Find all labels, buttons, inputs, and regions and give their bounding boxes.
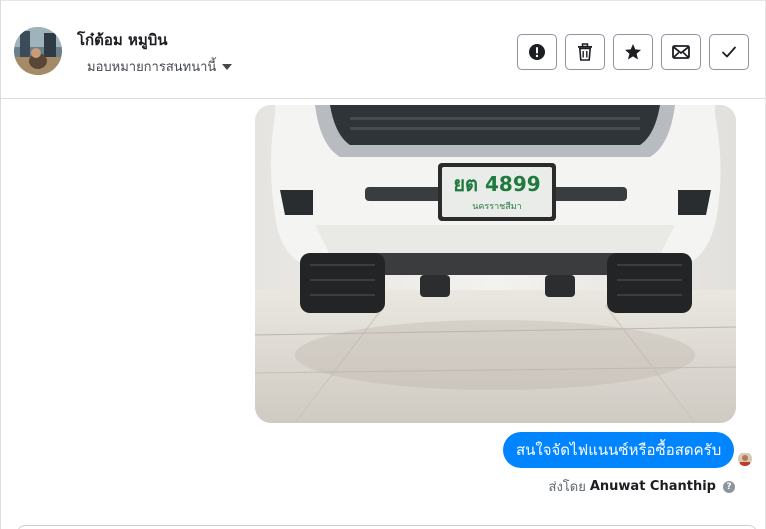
message-bubble[interactable]: สนใจจัดไฟแนนซ์หรือซื้อสดครับ — [503, 432, 735, 468]
conversation-header: โก๋ต้อม หมูบิน มอบหมายการสนทนานี้ — [1, 1, 765, 99]
checkmark-icon — [722, 46, 736, 58]
exclamation-circle-icon — [529, 44, 545, 60]
mark-unread-button[interactable] — [661, 34, 701, 70]
mark-spam-button[interactable] — [517, 34, 557, 70]
contact-avatar[interactable] — [14, 27, 62, 75]
sent-by-prefix: ส่งโดย — [548, 480, 586, 495]
envelope-icon — [672, 45, 690, 59]
sender-name[interactable]: Anuwat Chanthip — [590, 479, 716, 494]
caret-down-icon — [222, 64, 233, 70]
svg-text:นครราชสีมา: นครราชสีมา — [472, 201, 521, 212]
svg-text:ยต 4899: ยต 4899 — [453, 172, 540, 196]
message-composer[interactable] — [17, 525, 757, 529]
header-actions — [517, 34, 749, 70]
sender-avatar-small — [738, 452, 752, 466]
conversation-panel: โก๋ต้อม หมูบิน มอบหมายการสนทนานี้ ยต 489… — [0, 0, 766, 529]
assign-label: มอบหมายการสนทนานี้ — [87, 60, 217, 75]
assign-conversation-dropdown[interactable]: มอบหมายการสนทนานี้ — [87, 56, 233, 77]
help-icon[interactable]: ? — [723, 480, 735, 493]
message-image[interactable]: ยต 4899 นครราชสีมา — [255, 105, 736, 423]
contact-name[interactable]: โก๋ต้อม หมูบิน — [77, 28, 168, 52]
sent-by-line: ส่งโดย Anuwat Chanthip ? — [549, 476, 735, 497]
star-icon — [625, 44, 641, 60]
trash-icon — [578, 43, 592, 61]
star-button[interactable] — [613, 34, 653, 70]
mark-done-button[interactable] — [709, 34, 749, 70]
delete-button[interactable] — [565, 34, 605, 70]
message-text: สนใจจัดไฟแนนซ์หรือซื้อสดครับ — [516, 441, 722, 459]
